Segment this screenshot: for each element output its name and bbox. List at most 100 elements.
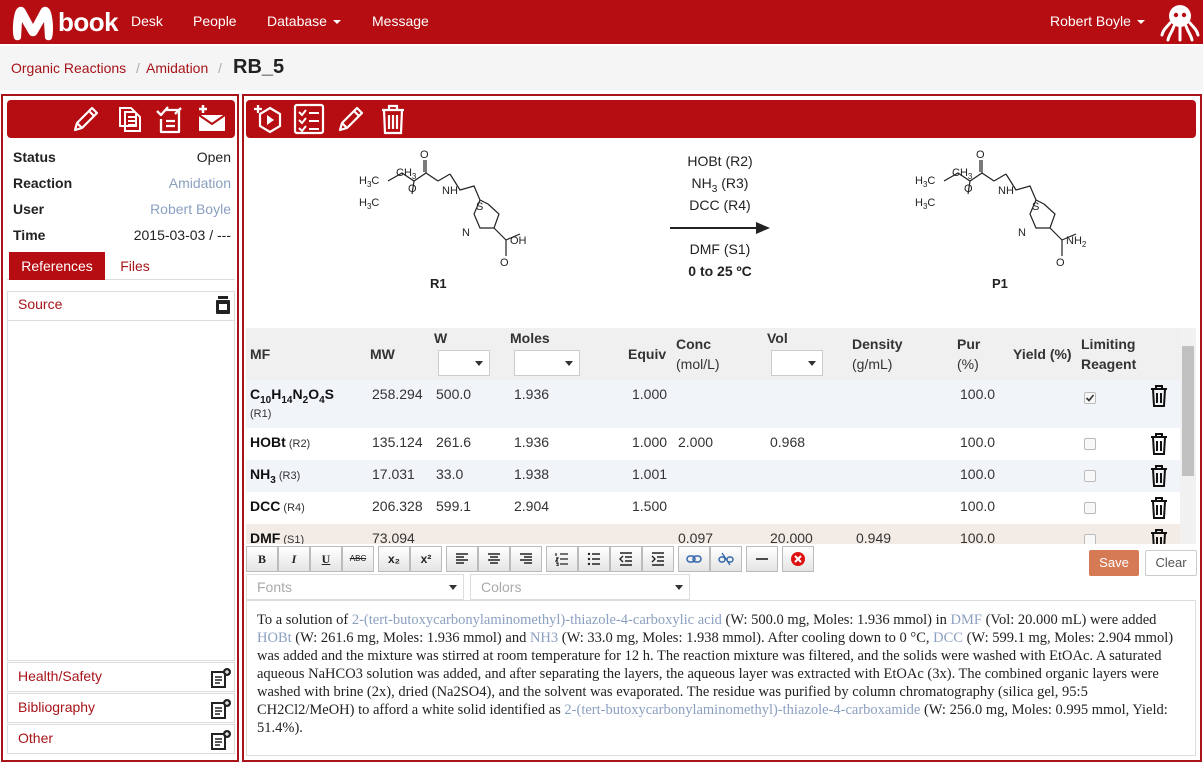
user-value[interactable]: Robert Boyle: [150, 201, 231, 217]
table-row[interactable]: C10H14N2O4S (R1) 258.294 500.0 1.936 1.000 10…: [246, 380, 1182, 428]
font-select[interactable]: Fonts: [246, 574, 464, 600]
trash-icon[interactable]: [1148, 432, 1170, 456]
trash-icon[interactable]: [1148, 464, 1170, 488]
equiv-cell[interactable]: 1.000: [632, 434, 667, 450]
nav-desk[interactable]: Desk: [131, 13, 163, 29]
nav-people[interactable]: People: [193, 13, 237, 29]
mw-cell[interactable]: 258.294: [372, 386, 423, 402]
mw-cell[interactable]: 135.124: [372, 434, 423, 450]
trash-icon[interactable]: [1148, 528, 1170, 544]
w-cell[interactable]: 261.6: [436, 434, 471, 450]
w-cell[interactable]: 599.1: [436, 498, 471, 514]
edit-icon[interactable]: [334, 102, 368, 136]
mf-cell[interactable]: HOBt (R2): [250, 434, 310, 450]
mw-cell[interactable]: 73.094: [372, 530, 415, 544]
outdent-button[interactable]: [610, 546, 642, 572]
edit-icon[interactable]: [69, 102, 103, 136]
pur-cell[interactable]: 100.0: [960, 386, 995, 402]
clear-button[interactable]: Clear: [1145, 550, 1197, 576]
superscript-button[interactable]: x²: [410, 546, 442, 572]
breadcrumb-organic-reactions[interactable]: Organic Reactions: [11, 60, 126, 76]
scrollbar-thumb[interactable]: [1182, 346, 1194, 476]
tab-files[interactable]: Files: [117, 252, 153, 280]
remove-format-button[interactable]: [782, 546, 814, 572]
col-mf[interactable]: MF: [250, 346, 270, 362]
align-right-button[interactable]: [510, 546, 542, 572]
moles-cell[interactable]: 1.936: [514, 434, 549, 450]
copy-icon[interactable]: [111, 102, 145, 136]
subscript-button[interactable]: x₂: [378, 546, 410, 572]
italic-button[interactable]: I: [278, 546, 310, 572]
conc-cell[interactable]: 2.000: [678, 434, 713, 450]
nav-database[interactable]: Database: [267, 13, 341, 29]
mail-add-icon[interactable]: [195, 102, 229, 136]
nav-message[interactable]: Message: [372, 13, 429, 29]
mw-cell[interactable]: 206.328: [372, 498, 423, 514]
table-row[interactable]: NH3 (R3) 17.031 33.0 1.938 1.001 100.0: [246, 460, 1182, 492]
procedure-notes-editor[interactable]: To a solution of 2-(tert-butoxycarbonyla…: [246, 600, 1196, 756]
horizontal-rule-button[interactable]: [746, 546, 778, 572]
table-row[interactable]: DCC (R4) 206.328 599.1 2.904 1.500 100.0: [246, 492, 1182, 524]
mf-cell[interactable]: C10H14N2O4S (R1): [250, 386, 334, 420]
mf-cell[interactable]: DCC (R4): [250, 498, 305, 514]
compound-link[interactable]: 2-(tert-butoxycarbonylaminomethyl)-thiaz…: [352, 612, 722, 628]
vol-cell[interactable]: 0.968: [770, 434, 805, 450]
moles-cell[interactable]: 1.938: [514, 466, 549, 482]
limiting-reagent-checkbox[interactable]: [1084, 392, 1096, 404]
brand-logo[interactable]: book: [10, 2, 119, 42]
equiv-cell[interactable]: 1.500: [632, 498, 667, 514]
weight-unit-select[interactable]: [438, 350, 490, 376]
col-w[interactable]: W: [434, 330, 447, 346]
trash-icon[interactable]: [1148, 496, 1170, 520]
strikethrough-button[interactable]: ABC: [342, 546, 374, 572]
compound-link[interactable]: DCC: [933, 630, 963, 646]
octopus-icon[interactable]: [1160, 2, 1200, 42]
mw-cell[interactable]: 17.031: [372, 466, 415, 482]
w-cell[interactable]: 33.0: [436, 466, 463, 482]
volume-unit-select[interactable]: [771, 350, 823, 376]
color-select[interactable]: Colors: [470, 574, 690, 600]
bold-button[interactable]: B: [246, 546, 278, 572]
limiting-reagent-checkbox[interactable]: [1084, 534, 1096, 544]
mf-cell[interactable]: DMF (S1): [250, 530, 304, 544]
col-density[interactable]: Density: [852, 336, 903, 352]
align-center-button[interactable]: [478, 546, 510, 572]
compound-link[interactable]: HOBt: [257, 630, 292, 646]
col-yield[interactable]: Yield (%): [1013, 346, 1072, 362]
w-cell[interactable]: 500.0: [436, 386, 471, 402]
indent-button[interactable]: [642, 546, 674, 572]
tab-references[interactable]: References: [9, 252, 105, 280]
pur-cell[interactable]: 100.0: [960, 530, 995, 544]
pur-cell[interactable]: 100.0: [960, 434, 995, 450]
col-conc[interactable]: Conc: [676, 336, 711, 352]
moles-cell[interactable]: 2.904: [514, 498, 549, 514]
source-title[interactable]: Source: [18, 296, 62, 312]
align-left-button[interactable]: [446, 546, 478, 572]
reaction-value[interactable]: Amidation: [169, 175, 231, 191]
col-limiting[interactable]: Limiting: [1081, 336, 1135, 352]
mf-cell[interactable]: NH3 (R3): [250, 466, 300, 486]
bibliography-title[interactable]: Bibliography: [18, 699, 95, 715]
pur-cell[interactable]: 100.0: [960, 498, 995, 514]
link-button[interactable]: [678, 546, 710, 572]
equiv-cell[interactable]: 1.001: [632, 466, 667, 482]
trash-icon[interactable]: [1148, 384, 1170, 408]
note-add-icon[interactable]: [210, 667, 232, 689]
ordered-list-button[interactable]: [546, 546, 578, 572]
density-cell[interactable]: 0.949: [856, 530, 891, 544]
table-scrollbar[interactable]: [1180, 328, 1196, 544]
vol-cell[interactable]: 20.000: [770, 530, 813, 544]
limiting-reagent-checkbox[interactable]: [1084, 470, 1096, 482]
moles-unit-select[interactable]: [514, 350, 580, 376]
equiv-cell[interactable]: 1.000: [632, 386, 667, 402]
col-vol[interactable]: Vol: [767, 330, 788, 346]
unlink-button[interactable]: [710, 546, 742, 572]
other-title[interactable]: Other: [18, 730, 53, 746]
checklist-icon[interactable]: [292, 102, 326, 136]
trash-icon[interactable]: [376, 102, 410, 136]
checklist-icon[interactable]: [153, 102, 187, 136]
table-row[interactable]: DMF (S1) 73.094 0.097 20.000 0.949 100.0: [246, 524, 1182, 544]
breadcrumb-amidation[interactable]: Amidation: [146, 60, 208, 76]
note-add-icon[interactable]: [210, 729, 232, 751]
col-purity[interactable]: Pur: [957, 336, 980, 352]
